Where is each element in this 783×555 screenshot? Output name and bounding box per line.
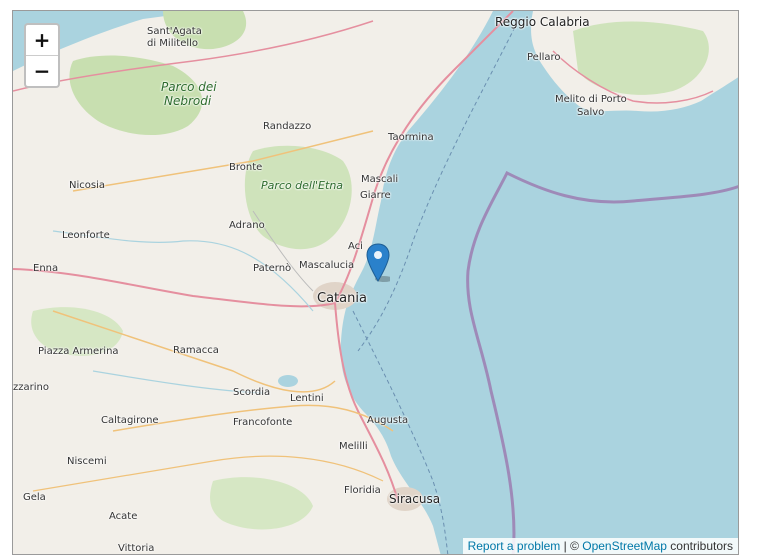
label-randazzo: Randazzo (263, 121, 312, 132)
label-giarre: Giarre (360, 190, 391, 201)
label-vittoria: Vittoria (118, 543, 155, 554)
label-piazza-armerina: Piazza Armerina (38, 346, 119, 357)
label-adrano: Adrano (229, 220, 265, 231)
label-parco-dei: Parco dei (161, 80, 217, 94)
label-di-militello: di Militello (147, 38, 199, 49)
label-mascalucia: Mascalucia (299, 260, 355, 271)
label-ramacca: Ramacca (173, 345, 219, 356)
label-salvo: Salvo (577, 107, 605, 118)
label-acireale: Aci (348, 241, 363, 252)
label-nicosia: Nicosia (69, 180, 105, 191)
label-acate: Acate (109, 511, 138, 522)
attribution-suffix: contributors (666, 539, 733, 553)
label-scordia: Scordia (233, 387, 271, 398)
label-gela: Gela (23, 492, 46, 503)
label-melito: Melito di Porto (555, 94, 627, 105)
attribution-separator: | © (560, 539, 583, 553)
label-francofonte: Francofonte (233, 417, 293, 428)
label-nebrodi: Nebrodi (164, 94, 212, 108)
zoom-in-button[interactable]: + (26, 25, 58, 55)
location-marker-icon[interactable] (366, 243, 390, 283)
label-augusta: Augusta (367, 415, 409, 426)
map-container[interactable]: Sant'Agata di Militello Parco dei Nebrod… (12, 10, 739, 555)
zoom-control: + − (24, 23, 60, 88)
label-floridia: Floridia (344, 485, 381, 496)
label-catania: Catania (317, 291, 367, 306)
label-taormina: Taormina (388, 132, 434, 143)
map-tiles (13, 11, 738, 554)
zoom-out-button[interactable]: − (26, 55, 58, 86)
report-problem-link[interactable]: Report a problem (468, 539, 561, 553)
label-barrafranca: zzarino (13, 382, 49, 393)
label-paterno: Paternò (253, 263, 292, 274)
label-siracusa: Siracusa (389, 492, 441, 506)
label-mascali: Mascali (361, 174, 399, 185)
attribution-bar: Report a problem | © OpenStreetMap contr… (462, 538, 738, 554)
label-melilli: Melilli (339, 441, 368, 452)
label-bronte: Bronte (229, 162, 263, 173)
label-leonforte: Leonforte (62, 230, 110, 241)
label-niscemi: Niscemi (67, 456, 107, 467)
label-sant-agata: Sant'Agata (147, 26, 202, 37)
label-caltagirone: Caltagirone (101, 415, 159, 426)
label-pellaro: Pellaro (527, 52, 561, 63)
label-parco-etna: Parco dell'Etna (261, 179, 344, 192)
label-lentini: Lentini (290, 393, 324, 404)
label-enna: Enna (33, 263, 59, 274)
label-reggio-calabria: Reggio Calabria (495, 15, 590, 29)
openstreetmap-link[interactable]: OpenStreetMap (582, 539, 667, 553)
